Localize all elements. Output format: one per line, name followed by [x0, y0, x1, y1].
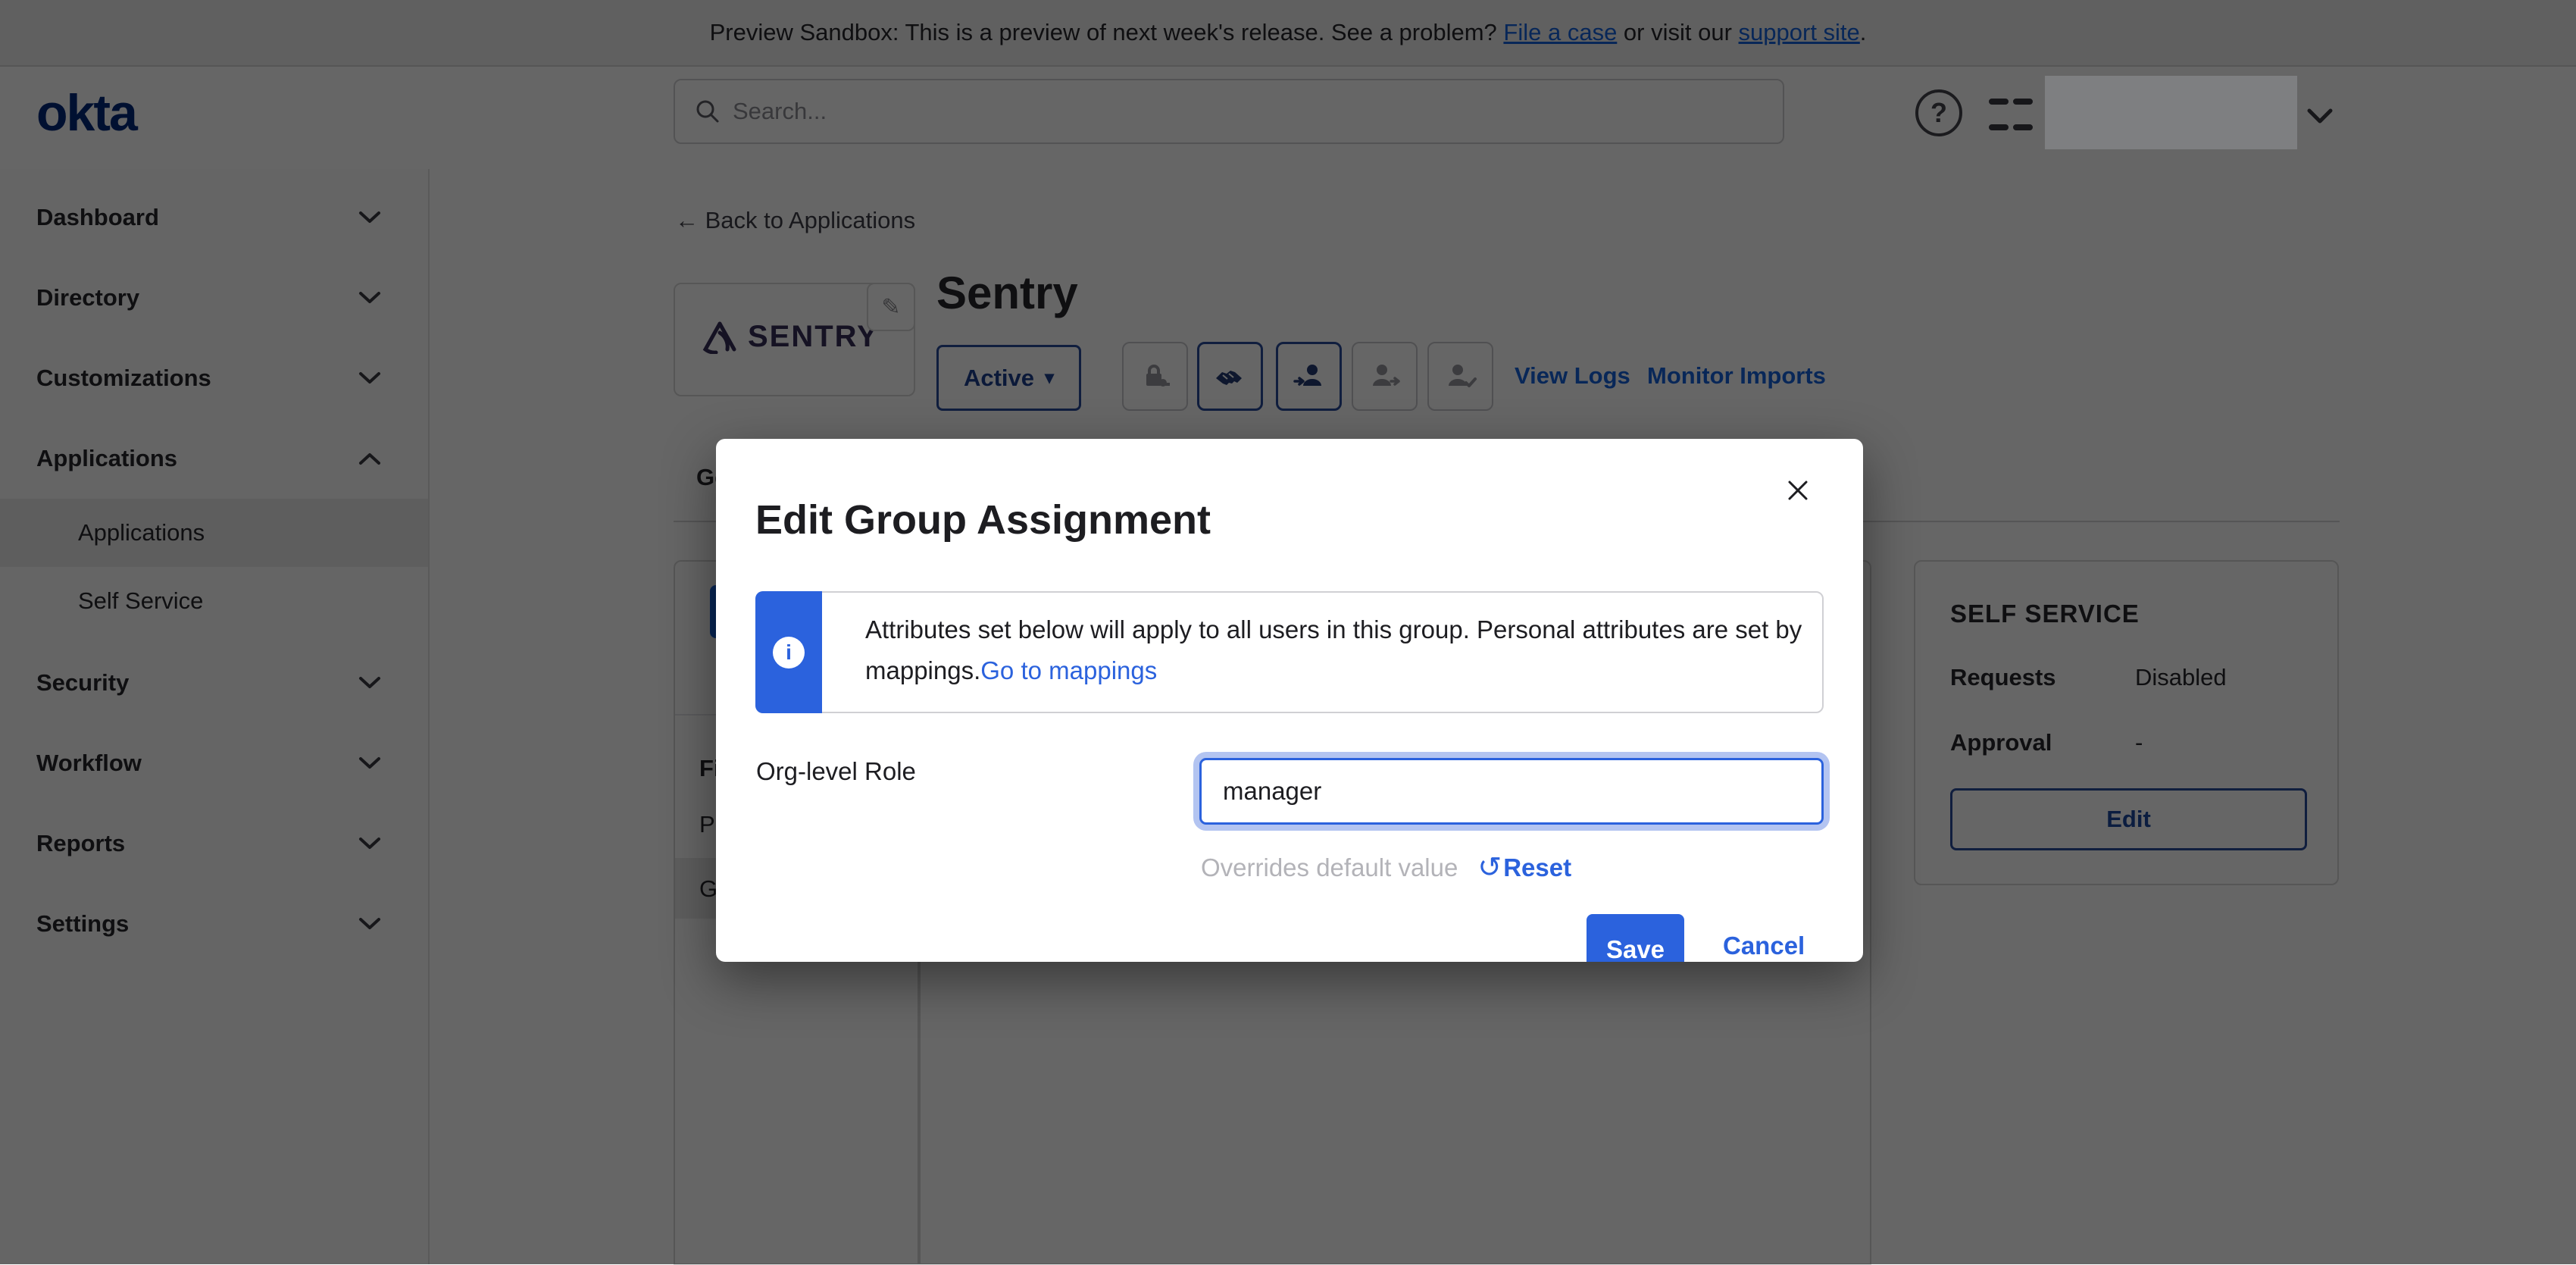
info-callout: i Attributes set below will apply to all…	[755, 591, 1824, 713]
org-level-role-input[interactable]	[1199, 758, 1824, 825]
info-callout-stripe: i	[755, 591, 822, 713]
save-button[interactable]: Save	[1587, 914, 1684, 962]
field-helper-row: Overrides default value↺Reset	[1201, 850, 1571, 885]
org-level-role-label: Org-level Role	[756, 757, 916, 786]
reset-link[interactable]: ↺Reset	[1458, 850, 1571, 885]
close-icon[interactable]	[1783, 475, 1813, 506]
info-icon: i	[773, 637, 805, 669]
overrides-default-text: Overrides default value	[1201, 853, 1458, 882]
go-to-mappings-link[interactable]: Go to mappings	[980, 656, 1157, 684]
info-callout-text: Attributes set below will apply to all u…	[865, 609, 1805, 691]
user-menu-redacted[interactable]	[2045, 76, 2297, 149]
edit-group-assignment-modal: Edit Group Assignment i Attributes set b…	[716, 439, 1863, 962]
cancel-button[interactable]: Cancel	[1723, 932, 1805, 960]
modal-title: Edit Group Assignment	[755, 496, 1211, 543]
reset-icon: ↺	[1477, 850, 1502, 885]
